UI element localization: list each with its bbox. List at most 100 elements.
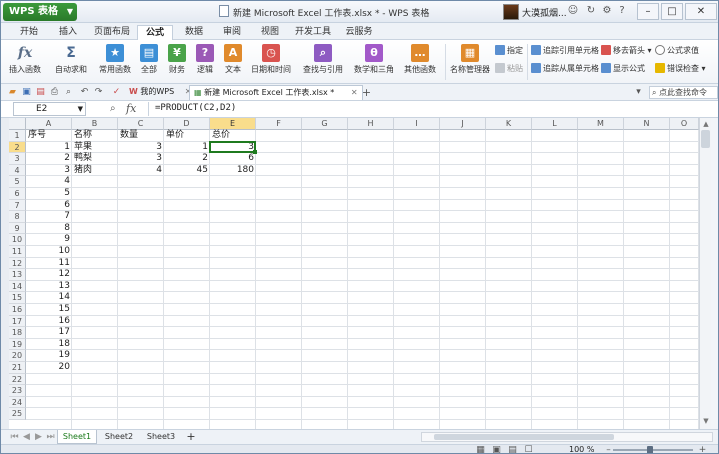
cell[interactable]: 苹果 [72,142,118,154]
scroll-thumb[interactable] [701,130,710,148]
minimize-button[interactable]: – [637,3,659,20]
prev-sheet-icon[interactable]: ◀ [21,432,32,443]
help-icon[interactable]: ? [616,5,628,17]
vertical-scrollbar[interactable]: ▲ ▼ [699,118,711,429]
row-header-3[interactable]: 3 [9,153,26,165]
column-header-j[interactable]: J [440,118,486,130]
column-header-i[interactable]: I [394,118,440,130]
cell[interactable]: 1 [26,142,72,154]
cell[interactable]: 13 [26,281,72,293]
menu-cloud[interactable]: 云服务 [339,25,379,40]
cell[interactable]: 12 [26,269,72,281]
cell[interactable]: 单价 [164,130,210,142]
row-header-23[interactable]: 23 [9,385,26,397]
cell[interactable]: 20 [26,362,72,374]
redo-icon[interactable]: ↷ [93,87,104,98]
sheet-tab-3[interactable]: Sheet3 [141,430,181,444]
other-functions-button[interactable]: … 其他函数 [399,42,441,82]
cell[interactable]: 17 [26,327,72,339]
zoom-lens-icon[interactable]: ⌕ [110,103,116,114]
tab-my-wps[interactable]: W 我的WPS ✕ [125,85,195,100]
trace-precedents-button[interactable]: 追踪引用单元格 [531,44,599,57]
cell[interactable]: 11 [26,258,72,270]
menu-home[interactable]: 开始 [11,25,47,40]
maximize-button[interactable]: □ [661,3,683,20]
cell[interactable]: 3 [26,165,72,177]
row-header-15[interactable]: 15 [9,292,26,304]
next-sheet-icon[interactable]: ▶ [33,432,44,443]
user-name[interactable]: 大漠孤烟... [522,6,567,19]
paste-name-button[interactable]: 粘贴 [495,62,523,75]
cell[interactable]: 6 [210,153,256,165]
menu-data[interactable]: 数据 [177,25,211,40]
name-manager-button[interactable]: ▦ 名称管理器 [449,42,491,82]
common-functions-button[interactable]: ★ 常用函数 [95,42,135,82]
menu-formula[interactable]: 公式 [137,25,173,40]
cell[interactable]: 7 [26,211,72,223]
cell[interactable]: 3 [118,142,164,154]
column-header-d[interactable]: D [164,118,210,130]
print-icon[interactable]: ⎙ [49,87,60,98]
column-header-o[interactable]: O [670,118,699,130]
cell[interactable]: 名称 [72,130,118,142]
show-formulas-button[interactable]: 显示公式 [601,62,645,75]
row-header-7[interactable]: 7 [9,199,26,212]
cell[interactable]: 鸭梨 [72,153,118,165]
cell[interactable]: 1 [164,142,210,154]
cell[interactable]: 9 [26,234,72,246]
avatar[interactable] [503,4,519,20]
logic-functions-button[interactable]: ? 逻辑 [193,42,217,82]
cell[interactable]: 2 [164,153,210,165]
cell[interactable]: 4 [118,165,164,177]
column-header-l[interactable]: L [532,118,578,130]
skin-icon[interactable]: ☺ [567,5,579,17]
preview-icon[interactable]: ⌕ [63,87,74,98]
datetime-functions-button[interactable]: ◷ 日期和时间 [249,42,293,82]
autosum-button[interactable]: Σ 自动求和 [51,42,91,82]
save-icon[interactable]: ▣ [21,87,32,98]
fill-handle[interactable] [253,150,257,155]
define-name-button[interactable]: 指定 [495,44,523,57]
horizontal-scrollbar[interactable] [421,432,713,442]
row-header-20[interactable]: 20 [9,350,26,362]
tab-document[interactable]: ▦ 新建 Microsoft Excel 工作表.xlsx * ✕ [189,85,363,100]
sync-icon[interactable]: ↻ [585,5,597,17]
trace-dependents-button[interactable]: 追踪从属单元格 [531,62,599,75]
open-icon[interactable]: ▰ [7,87,18,98]
scroll-up-icon[interactable]: ▲ [701,119,711,129]
cell[interactable]: 数量 [118,130,164,142]
cell[interactable]: 19 [26,350,72,362]
new-tab-icon[interactable]: + [361,87,372,98]
remove-arrows-button[interactable]: 移去箭头 ▾ [601,44,652,57]
cell[interactable]: 45 [164,165,210,177]
chevron-down-icon[interactable]: ▾ [633,87,644,98]
cell[interactable]: 10 [26,246,72,258]
zoom-slider[interactable] [613,449,693,451]
math-functions-button[interactable]: θ 数学和三角 [351,42,397,82]
row-header-4[interactable]: 4 [9,164,26,177]
insert-function-button[interactable]: fx 插入函数 [5,42,45,82]
cell[interactable]: 4 [26,176,72,188]
row-header-6[interactable]: 6 [9,188,26,200]
column-header-g[interactable]: G [302,118,348,130]
formula-input[interactable]: =PRODUCT(C2,D2) [148,102,718,116]
last-sheet-icon[interactable]: ⏭ [45,432,56,443]
row-header-5[interactable]: 5 [9,176,26,188]
column-header-m[interactable]: M [578,118,624,130]
cell[interactable]: 8 [26,223,72,235]
zoom-in-icon[interactable]: + [697,445,708,453]
column-header-k[interactable]: K [486,118,532,130]
row-header-24[interactable]: 24 [9,396,26,409]
page-break-view-icon[interactable]: ▤ [507,445,518,453]
row-header-12[interactable]: 12 [9,257,26,270]
column-header-h[interactable]: H [348,118,394,130]
row-header-17[interactable]: 17 [9,315,26,328]
fx-icon[interactable]: fx [126,102,136,115]
lookup-functions-button[interactable]: ⌕ 查找与引用 [299,42,347,82]
zoom-slider-handle[interactable] [647,446,653,453]
scroll-thumb[interactable] [434,434,614,440]
chevron-down-icon[interactable]: ▼ [78,103,83,115]
column-header-c[interactable]: C [118,118,164,130]
all-functions-button[interactable]: ▤ 全部 [137,42,161,82]
column-header-n[interactable]: N [624,118,670,130]
